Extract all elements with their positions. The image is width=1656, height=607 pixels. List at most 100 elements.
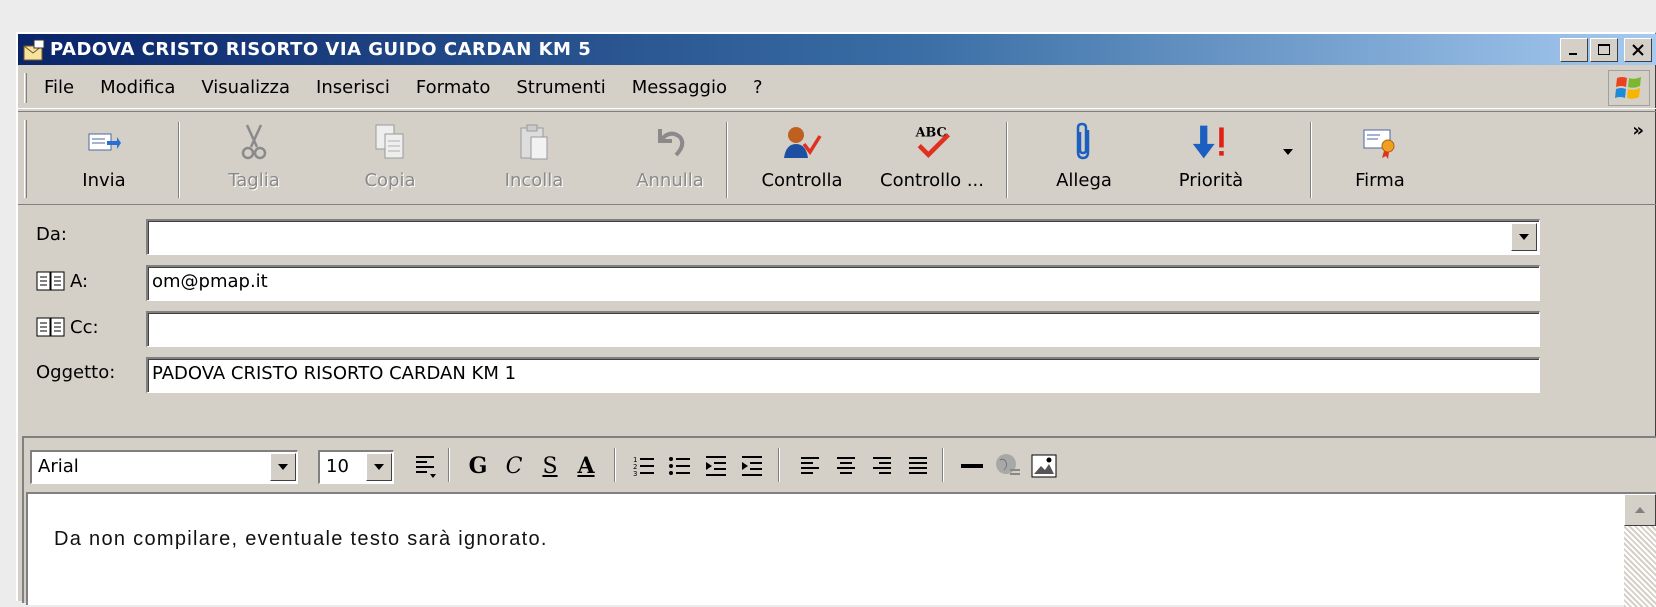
undo-button[interactable]: Annulla	[630, 120, 710, 200]
menu-inserisci[interactable]: Inserisci	[303, 77, 403, 98]
windows-logo	[1608, 70, 1650, 106]
scroll-up-button[interactable]	[1624, 494, 1656, 526]
chevron-down-icon	[1519, 234, 1529, 240]
toolbar-separator	[178, 122, 180, 198]
sign-label: Firma	[1355, 170, 1405, 191]
insert-link-button[interactable]	[992, 450, 1024, 482]
format-separator	[614, 448, 616, 482]
menu-file[interactable]: File	[31, 77, 87, 98]
copy-icon	[375, 124, 404, 159]
to-value: om@pmap.it	[152, 271, 268, 292]
insert-image-button[interactable]	[1028, 450, 1060, 482]
to-field[interactable]: om@pmap.it	[146, 265, 1540, 301]
format-separator	[778, 448, 780, 482]
paperclip-icon	[1076, 122, 1090, 160]
scroll-track[interactable]	[1624, 526, 1656, 607]
align-center-button[interactable]	[830, 450, 862, 482]
sign-button[interactable]: Firma	[1340, 120, 1420, 200]
address-book-icon	[36, 271, 65, 291]
paragraph-style-button[interactable]	[410, 450, 442, 482]
toolbar-separator	[726, 122, 728, 198]
font-size-select[interactable]: 10	[318, 450, 394, 484]
subject-label: Oggetto:	[36, 362, 116, 383]
cut-button[interactable]: Taglia	[218, 120, 290, 200]
decrease-indent-button[interactable]	[700, 450, 732, 482]
priority-icon	[1192, 125, 1224, 159]
priority-button[interactable]: Priorità	[1168, 120, 1254, 200]
menu-strumenti[interactable]: Strumenti	[503, 77, 618, 98]
menu-grip[interactable]	[24, 72, 27, 103]
cc-label-group[interactable]: Cc:	[36, 316, 99, 338]
paste-button[interactable]: Incolla	[498, 120, 570, 200]
to-row: A: om@pmap.it	[18, 262, 1656, 302]
close-button[interactable]	[1624, 38, 1652, 62]
bullet-list-button[interactable]	[664, 450, 696, 482]
font-size-dropdown-button[interactable]	[366, 453, 392, 481]
justify-button[interactable]	[902, 450, 934, 482]
to-label-group[interactable]: A:	[36, 270, 88, 292]
send-button[interactable]: Invia	[68, 120, 140, 200]
menu-messaggio[interactable]: Messaggio	[619, 77, 740, 98]
maximize-button[interactable]	[1590, 38, 1618, 62]
windows-flag-icon	[1615, 77, 1641, 99]
message-body-text: Da non compilare, eventuale testo sarà i…	[54, 528, 548, 550]
globe-link-icon	[996, 454, 1020, 475]
toolbar-overflow-chevron[interactable]: »	[1632, 120, 1644, 141]
decrease-indent-icon	[706, 456, 726, 476]
bold-button[interactable]: G	[462, 450, 494, 482]
undo-label: Annulla	[636, 170, 704, 191]
subject-field[interactable]: PADOVA CRISTO RISORTO CARDAN KM 1	[146, 357, 1540, 393]
subject-value: PADOVA CRISTO RISORTO CARDAN KM 1	[152, 363, 517, 384]
message-body-editor[interactable]: Da non compilare, eventuale testo sarà i…	[26, 492, 1656, 607]
align-right-button[interactable]	[866, 450, 898, 482]
menu-visualizza[interactable]: Visualizza	[188, 77, 303, 98]
vertical-scrollbar[interactable]	[1624, 494, 1656, 607]
maximize-icon	[1598, 44, 1610, 55]
send-icon	[88, 133, 121, 151]
to-label: A:	[70, 270, 89, 292]
align-center-icon	[837, 457, 855, 474]
font-dropdown-button[interactable]	[270, 453, 296, 481]
horizontal-line-button[interactable]	[956, 450, 988, 482]
window-title: PADOVA CRISTO RISORTO VIA GUIDO CARDAN K…	[50, 39, 592, 60]
format-separator	[942, 448, 944, 482]
from-field[interactable]	[146, 219, 1540, 255]
main-toolbar: Invia Taglia Copia Incolla Annulla Contr…	[18, 111, 1656, 205]
attach-button[interactable]: Allega	[1044, 120, 1124, 200]
check-names-icon	[784, 127, 822, 158]
align-left-button[interactable]	[794, 450, 826, 482]
italic-button[interactable]: C	[498, 450, 530, 482]
svg-text:ABC: ABC	[915, 125, 947, 140]
copy-button[interactable]: Copia	[354, 120, 426, 200]
menu-help[interactable]: ?	[740, 77, 776, 98]
scissors-icon	[241, 124, 267, 160]
numbered-list-icon: 123	[633, 456, 654, 478]
underline-button[interactable]: S	[534, 450, 566, 482]
chevron-down-icon	[374, 464, 384, 470]
font-select[interactable]: Arial	[30, 450, 298, 484]
close-icon	[1632, 44, 1644, 56]
cc-field[interactable]	[146, 311, 1540, 347]
priority-dropdown-icon[interactable]	[1282, 148, 1294, 156]
font-value: Arial	[38, 456, 79, 477]
bullet-list-icon	[669, 457, 690, 475]
minimize-button[interactable]	[1560, 38, 1588, 62]
format-toolbar: Arial 10 G C S A 1 2 3	[24, 438, 1656, 492]
paste-label: Incolla	[504, 170, 564, 191]
check-names-button[interactable]: Controlla	[754, 120, 850, 200]
from-label: Da:	[36, 224, 67, 245]
align-left-icon	[801, 457, 819, 474]
menu-modifica[interactable]: Modifica	[87, 77, 188, 98]
increase-indent-button[interactable]	[736, 450, 768, 482]
attach-label: Allega	[1056, 170, 1112, 191]
paste-icon	[520, 124, 548, 160]
toolbar-grip[interactable]	[24, 120, 27, 198]
title-bar[interactable]: PADOVA CRISTO RISORTO VIA GUIDO CARDAN K…	[18, 34, 1656, 65]
font-color-button[interactable]: A	[570, 450, 602, 482]
cc-label: Cc:	[70, 316, 99, 338]
numbered-list-button[interactable]: 123	[628, 450, 660, 482]
spelling-button[interactable]: ABC Controllo ...	[876, 120, 988, 200]
from-dropdown-button[interactable]	[1511, 223, 1537, 251]
menu-formato[interactable]: Formato	[403, 77, 503, 98]
check-names-label: Controlla	[761, 170, 843, 191]
